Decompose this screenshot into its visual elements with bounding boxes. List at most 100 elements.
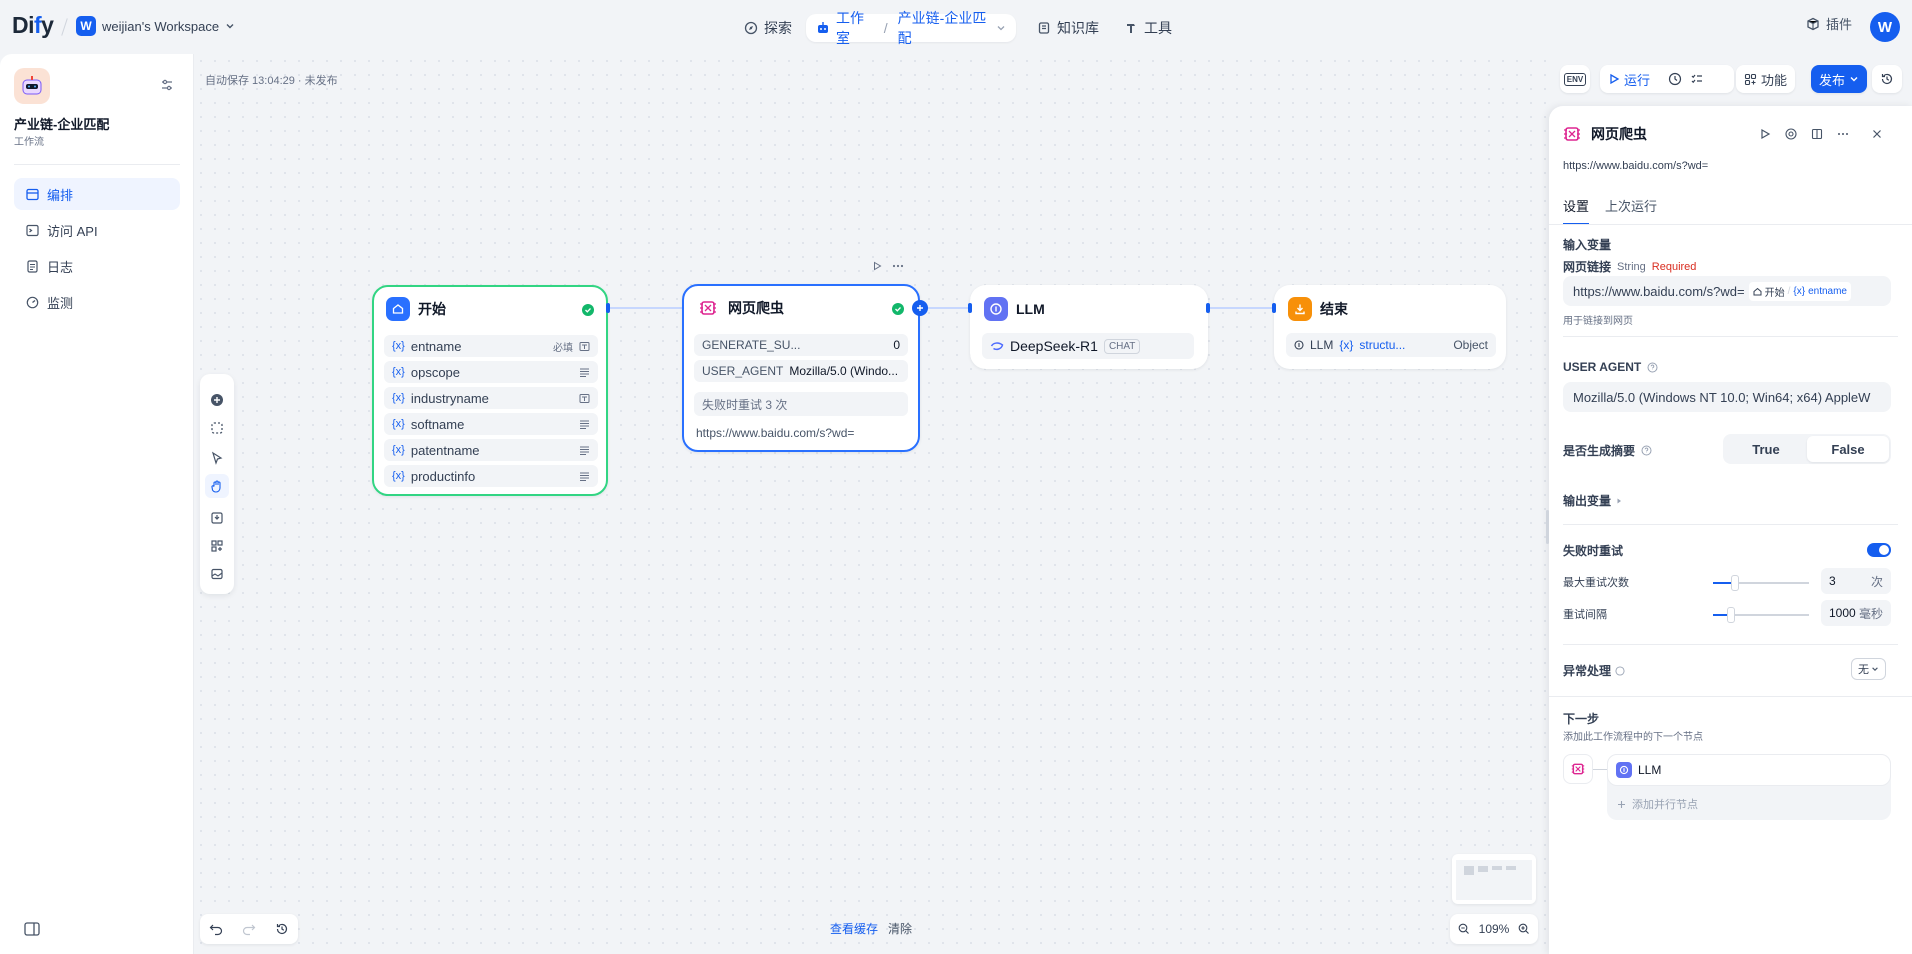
retry-interval-slider[interactable]	[1713, 607, 1809, 623]
max-retry-slider[interactable]	[1713, 575, 1809, 591]
add-node-icon[interactable]	[205, 388, 229, 412]
output-var: structu...	[1359, 338, 1406, 352]
retry-toggle[interactable]	[1867, 543, 1891, 557]
node-end[interactable]: 结束 LLM {x} structu... Object	[1274, 285, 1506, 369]
sidebar-item-monitor[interactable]: 监测	[14, 286, 180, 318]
hand-icon[interactable]	[205, 474, 229, 498]
slider-thumb[interactable]	[1727, 607, 1735, 623]
checklist-icon[interactable]	[1690, 72, 1704, 86]
nav-tools[interactable]: 工具	[1114, 14, 1182, 42]
workflow-canvas[interactable]	[194, 54, 1546, 954]
output-vars-row[interactable]: 输出变量	[1563, 492, 1623, 509]
chevron-down-icon	[1849, 74, 1859, 84]
start-var-row[interactable]: {x} industryname	[384, 387, 598, 409]
help-circle-icon[interactable]	[1615, 665, 1625, 676]
sidebar-toggle-icon[interactable]	[24, 922, 40, 936]
start-var-row[interactable]: {x} entname 必填	[384, 335, 598, 357]
var-name: patentname	[410, 442, 480, 458]
workspace-avatar: W	[76, 16, 96, 36]
user-agent-input[interactable]: Mozilla/5.0 (Windows NT 10.0; Win64; x64…	[1563, 382, 1891, 412]
minimap-toggle-icon[interactable]	[205, 562, 229, 586]
version-history-button[interactable]	[1872, 65, 1902, 93]
redo-icon[interactable]	[242, 922, 256, 936]
node-llm[interactable]: LLM DeepSeek-R1 CHAT	[970, 285, 1208, 369]
zoom-in-icon[interactable]	[1518, 923, 1530, 935]
organize-icon[interactable]	[205, 534, 229, 558]
next-node-llm[interactable]: LLM	[1607, 754, 1891, 786]
terminal-icon	[26, 224, 39, 237]
tab-settings[interactable]: 设置	[1563, 196, 1590, 225]
user-avatar[interactable]: W	[1870, 12, 1900, 42]
panel-title[interactable]: 网页爬虫	[1591, 124, 1647, 144]
publish-button[interactable]: 发布	[1811, 65, 1868, 93]
next-nodes-group: LLM 添加并行节点	[1607, 754, 1891, 820]
export-image-icon[interactable]	[205, 506, 229, 530]
panel-resize-handle[interactable]	[1546, 510, 1549, 544]
pointer-icon[interactable]	[205, 446, 229, 470]
history-icon[interactable]	[275, 922, 289, 936]
retry-interval-label: 重试间隔	[1563, 609, 1607, 621]
zoom-out-icon[interactable]	[1458, 923, 1470, 935]
start-var-row[interactable]: {x} patentname	[384, 439, 598, 461]
undo-icon[interactable]	[209, 922, 223, 936]
collapse-settings-icon[interactable]	[160, 78, 174, 92]
start-var-row[interactable]: {x} productinfo	[384, 465, 598, 487]
home-icon	[1753, 287, 1762, 296]
close-icon[interactable]	[1871, 128, 1883, 140]
url-label: 网页链接	[1563, 260, 1612, 274]
history-check-icon[interactable]	[1668, 72, 1682, 86]
interval-unit: 毫秒	[1858, 606, 1883, 621]
node-input-handle[interactable]	[968, 303, 972, 313]
retry-badge: 失败时重试 3 次	[694, 392, 908, 416]
workspace-switcher[interactable]: W weijian's Workspace	[76, 16, 235, 36]
plugins-link[interactable]: 插件	[1806, 14, 1852, 33]
retry-interval-input[interactable]: 1000 毫秒	[1821, 600, 1891, 626]
slider-thumb[interactable]	[1731, 575, 1739, 591]
url-input[interactable]: https://www.baidu.com/s?wd= 开始 / {x} ent…	[1563, 276, 1891, 306]
node-output-handle[interactable]	[606, 303, 610, 313]
true-option[interactable]: True	[1725, 436, 1807, 462]
start-var-row[interactable]: {x} softname	[384, 413, 598, 435]
node-start[interactable]: 开始 {x} entname 必填 {x} opscope {x} indust…	[372, 285, 608, 496]
add-next-node-icon[interactable]	[912, 300, 928, 316]
help-circle-icon[interactable]	[1647, 362, 1658, 373]
play-icon[interactable]	[1759, 128, 1771, 140]
run-button[interactable]: 运行	[1608, 70, 1650, 89]
zoom-level[interactable]: 109%	[1479, 922, 1510, 936]
book-open-icon[interactable]	[1811, 128, 1823, 140]
node-input-handle[interactable]	[1272, 303, 1276, 313]
features-button[interactable]: 功能	[1736, 65, 1796, 93]
tab-last-run[interactable]: 上次运行	[1605, 196, 1657, 215]
start-var-row[interactable]: {x} opscope	[384, 361, 598, 383]
more-icon[interactable]	[892, 261, 904, 271]
sidebar-item-orchestrate[interactable]: 编排	[14, 178, 180, 210]
env-button[interactable]: ENV	[1560, 65, 1590, 93]
nav-studio[interactable]: 工作室 / 产业链-企业匹配	[806, 10, 1016, 46]
play-icon[interactable]	[872, 261, 882, 271]
error-handling-select[interactable]: 无	[1851, 658, 1886, 680]
nav-app-label[interactable]: 产业链-企业匹配	[898, 8, 990, 48]
more-icon[interactable]	[1837, 128, 1849, 140]
param-key: USER_AGENT	[702, 364, 784, 378]
error-label: 异常处理	[1563, 664, 1612, 678]
node-crawler[interactable]: 网页爬虫 GENERATE_SU... 0 USER_AGENT Mozilla…	[682, 284, 920, 452]
help-icon[interactable]	[1785, 128, 1797, 140]
minimap[interactable]	[1452, 854, 1536, 904]
variable-chip[interactable]: 开始 / {x} entname	[1748, 281, 1851, 301]
view-cache-link[interactable]: 查看缓存	[830, 920, 878, 937]
false-option[interactable]: False	[1807, 436, 1889, 462]
add-parallel-button[interactable]: 添加并行节点	[1617, 796, 1698, 812]
variable-icon: {x}	[1793, 285, 1806, 297]
panel-description[interactable]: https://www.baidu.com/s?wd=	[1563, 160, 1708, 172]
dify-logo[interactable]: Dify	[12, 12, 54, 39]
nav-knowledge[interactable]: 知识库	[1027, 14, 1109, 42]
end-icon	[1288, 297, 1312, 321]
add-note-icon[interactable]	[205, 416, 229, 440]
sidebar-item-logs[interactable]: 日志	[14, 250, 180, 282]
sidebar-item-api[interactable]: 访问 API	[14, 214, 180, 246]
nav-explore[interactable]: 探索	[734, 14, 802, 42]
node-output-handle[interactable]	[1206, 303, 1210, 313]
help-circle-icon[interactable]	[1641, 445, 1652, 456]
max-retry-input[interactable]: 3 次	[1821, 568, 1891, 594]
clear-cache-link[interactable]: 清除	[888, 920, 912, 937]
